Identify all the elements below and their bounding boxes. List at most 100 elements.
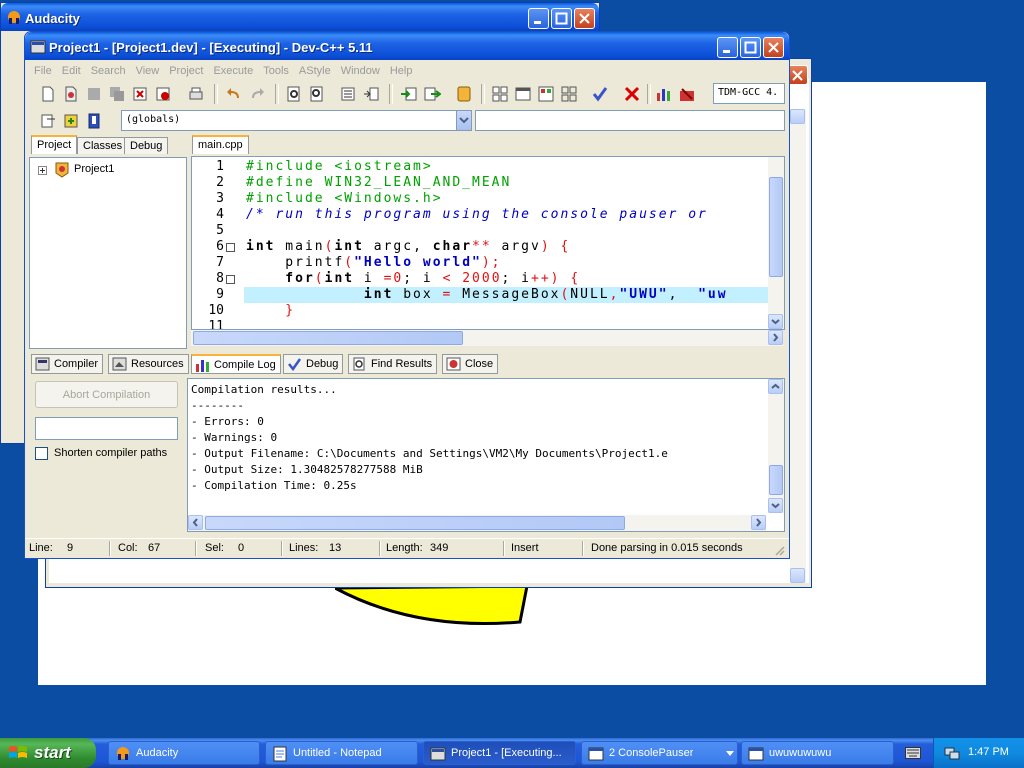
log-vertical-scrollbar[interactable]: [768, 379, 784, 513]
tree-root-label[interactable]: Project1: [74, 163, 114, 175]
tab-debug-output[interactable]: Debug: [283, 354, 344, 374]
menu-edit[interactable]: Edit: [57, 62, 86, 80]
tab-project[interactable]: Project: [31, 135, 78, 154]
scroll-thumb[interactable]: [769, 465, 783, 495]
scroll-up-button[interactable]: [790, 109, 805, 124]
close-file-icon[interactable]: [131, 85, 149, 103]
find-icon[interactable]: [285, 85, 303, 103]
scope-select[interactable]: (globals): [121, 110, 472, 131]
save-icon[interactable]: [85, 85, 103, 103]
fold-toggle[interactable]: [226, 275, 235, 284]
scroll-down-button[interactable]: [790, 568, 805, 583]
tab-close[interactable]: Close: [442, 354, 499, 374]
editor-horizontal-scrollbar[interactable]: [191, 330, 783, 346]
menu-view[interactable]: View: [131, 62, 165, 80]
tab-debug[interactable]: Debug: [124, 137, 169, 154]
editor-vertical-scrollbar[interactable]: [768, 157, 784, 329]
scroll-down-button[interactable]: [768, 498, 783, 513]
audacity-maximize-button[interactable]: [551, 8, 572, 29]
scroll-thumb[interactable]: [193, 331, 463, 345]
scope-dropdown-arrow[interactable]: [456, 111, 471, 130]
delete-profile-icon[interactable]: [678, 85, 696, 103]
tab-compile-log[interactable]: Compile Log: [191, 354, 281, 374]
add-to-project-icon[interactable]: [400, 85, 418, 103]
profile-icon[interactable]: [655, 85, 673, 103]
stop-icon[interactable]: [623, 85, 641, 103]
goto-icon[interactable]: [362, 85, 380, 103]
undo-icon[interactable]: [225, 85, 243, 103]
code-editor[interactable]: 1 2 3 4 5 6 7 8 9 10 11 #include <iostre…: [191, 156, 785, 330]
code-token: char: [432, 239, 473, 254]
code-token: box: [393, 287, 443, 302]
insert-icon[interactable]: [39, 112, 57, 130]
replace-icon[interactable]: [308, 85, 326, 103]
start-button[interactable]: start: [0, 738, 96, 768]
console-close-button[interactable]: [787, 65, 808, 85]
menu-help[interactable]: Help: [385, 62, 418, 80]
task-notepad[interactable]: Untitled - Notepad: [265, 741, 418, 765]
shorten-paths-checkbox[interactable]: [35, 447, 48, 460]
task-audacity[interactable]: Audacity: [108, 741, 260, 765]
tab-compiler[interactable]: Compiler: [31, 354, 104, 374]
save-all-icon[interactable]: [108, 85, 126, 103]
menu-astyle[interactable]: AStyle: [294, 62, 336, 80]
tab-resources[interactable]: Resources: [108, 354, 189, 374]
menu-tools[interactable]: Tools: [258, 62, 294, 80]
compile-log-output[interactable]: Compilation results... -------- - Errors…: [187, 378, 785, 532]
remove-from-project-icon[interactable]: [423, 85, 441, 103]
tab-main-cpp[interactable]: main.cpp: [192, 135, 249, 154]
notepad-icon: [273, 746, 287, 762]
tab-find-results[interactable]: Find Results: [348, 354, 438, 374]
console-scrollbar[interactable]: [790, 109, 806, 583]
close-all-icon[interactable]: [154, 85, 172, 103]
scroll-left-button[interactable]: [188, 515, 203, 530]
devcpp-minimize-button[interactable]: [717, 37, 738, 58]
task-uwu[interactable]: uwuwuwuwu: [741, 741, 894, 765]
menu-project[interactable]: Project: [164, 62, 208, 80]
compiler-select[interactable]: TDM-GCC 4.: [713, 83, 785, 104]
log-horizontal-scrollbar[interactable]: [188, 515, 766, 531]
redo-icon[interactable]: [248, 85, 266, 103]
abort-compilation-button[interactable]: Abort Compilation: [35, 381, 178, 408]
tab-classes[interactable]: Classes: [77, 137, 129, 154]
scroll-thumb[interactable]: [205, 516, 625, 530]
indent-icon[interactable]: [339, 85, 357, 103]
window-icon[interactable]: [514, 85, 532, 103]
expand-icon[interactable]: [38, 166, 47, 175]
devcpp-maximize-button[interactable]: [740, 37, 761, 58]
menu-execute[interactable]: Execute: [208, 62, 258, 80]
resize-grip-icon[interactable]: [773, 544, 785, 556]
audacity-minimize-button[interactable]: [528, 8, 549, 29]
scroll-right-button[interactable]: [751, 515, 766, 530]
toggle-bookmark-icon[interactable]: [62, 112, 80, 130]
scroll-thumb[interactable]: [769, 177, 783, 277]
devcpp-close-button[interactable]: [763, 37, 784, 58]
print-icon[interactable]: [187, 85, 205, 103]
fold-toggle[interactable]: [226, 243, 235, 252]
menu-search[interactable]: Search: [86, 62, 131, 80]
goto-bookmark-icon[interactable]: [85, 112, 103, 130]
keyboard-icon[interactable]: [905, 747, 921, 759]
network-icon[interactable]: [944, 745, 960, 761]
project-options-icon[interactable]: [455, 85, 473, 103]
chevron-up-icon: [771, 383, 780, 389]
scroll-up-button[interactable]: [768, 379, 783, 394]
audacity-close-button[interactable]: [574, 8, 595, 29]
function-select[interactable]: [475, 110, 785, 131]
menu-window[interactable]: Window: [336, 62, 385, 80]
menu-file[interactable]: File: [29, 62, 57, 80]
tile-icon[interactable]: [491, 85, 509, 103]
audacity-title-bar[interactable]: Audacity: [1, 3, 599, 31]
code-token: ,: [609, 287, 620, 302]
syntax-check-icon[interactable]: [591, 85, 609, 103]
class-browser-icon[interactable]: [537, 85, 555, 103]
devcpp-title-bar[interactable]: Project1 - [Project1.dev] - [Executing] …: [25, 32, 789, 60]
task-consolepauser-group[interactable]: 2 ConsolePauser: [581, 741, 738, 765]
scroll-right-button[interactable]: [768, 330, 783, 345]
grid-icon[interactable]: [560, 85, 578, 103]
clock[interactable]: 1:47 PM: [968, 746, 1009, 758]
new-file-icon[interactable]: [39, 85, 57, 103]
task-devcpp[interactable]: Project1 - [Executing...: [423, 741, 576, 765]
scroll-down-button[interactable]: [768, 314, 783, 329]
open-file-icon[interactable]: [62, 85, 80, 103]
